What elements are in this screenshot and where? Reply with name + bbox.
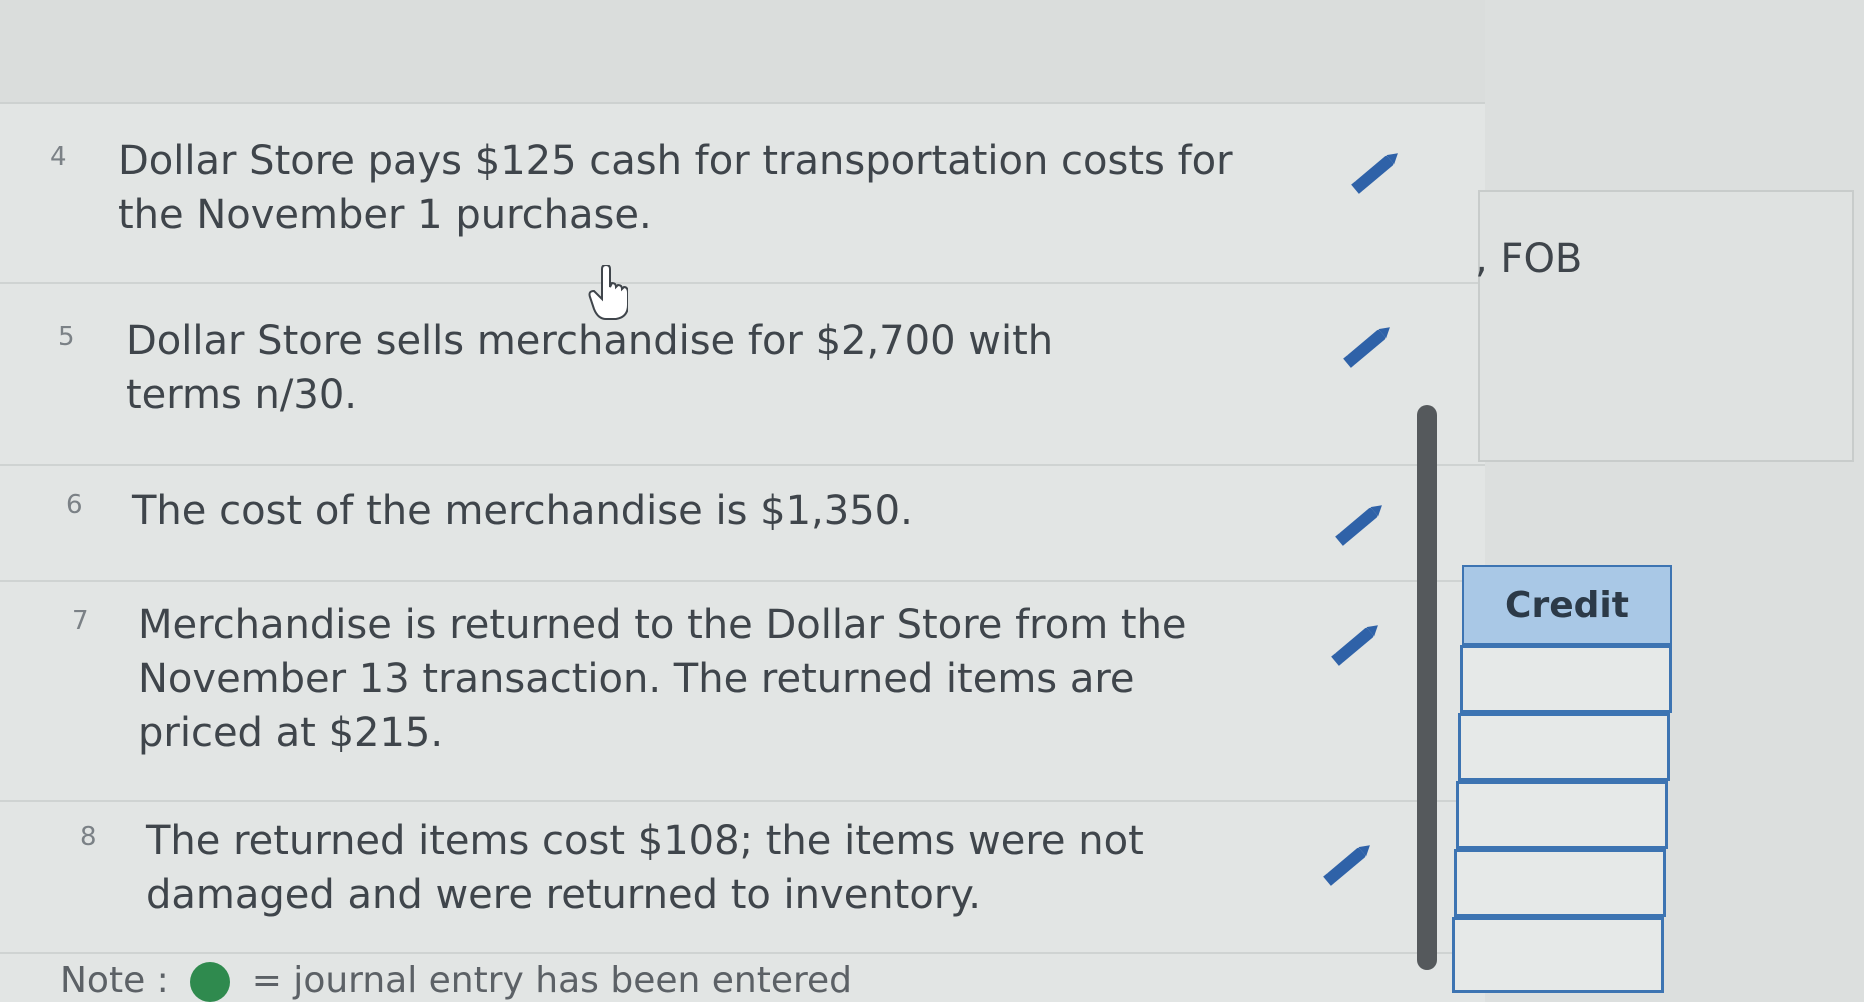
transaction-row-8[interactable]: 8 The returned items cost $108; the item… xyxy=(0,802,1485,954)
row-number: 4 xyxy=(50,142,67,172)
fob-text-box xyxy=(1478,190,1854,462)
credit-input[interactable] xyxy=(1456,781,1668,849)
transaction-text: The cost of the merchandise is $1,350. xyxy=(132,488,913,534)
note-suffix: = journal entry has been entered xyxy=(251,960,852,1001)
vertical-scrollbar[interactable] xyxy=(1417,405,1437,970)
credit-input[interactable] xyxy=(1454,849,1666,917)
panel-header-strip xyxy=(0,0,1485,104)
row-number: 8 xyxy=(80,822,97,852)
credit-input[interactable] xyxy=(1460,645,1672,713)
credit-column-header: Credit xyxy=(1462,565,1672,645)
fob-label: , FOB xyxy=(1475,236,1583,282)
pencil-icon[interactable] xyxy=(1348,140,1408,200)
transaction-text: The returned items cost $108; the items … xyxy=(146,818,1144,918)
legend-note: Note : = journal entry has been entered xyxy=(60,960,852,1002)
note-prefix: Note : xyxy=(60,960,169,1001)
row-number: 6 xyxy=(66,490,83,520)
green-circle-icon xyxy=(190,962,231,1002)
credit-input[interactable] xyxy=(1452,917,1664,993)
hand-cursor-icon xyxy=(588,263,629,321)
row-number: 7 xyxy=(72,606,89,636)
transaction-text: Dollar Store sells merchandise for $2,70… xyxy=(126,318,1054,418)
transaction-row-7[interactable]: 7 Merchandise is returned to the Dollar … xyxy=(0,582,1485,802)
row-number: 5 xyxy=(58,322,75,352)
transactions-panel: 4 Dollar Store pays $125 cash for transp… xyxy=(0,0,1487,1002)
transaction-row-4[interactable]: 4 Dollar Store pays $125 cash for transp… xyxy=(0,102,1485,284)
transaction-row-6[interactable]: 6 The cost of the merchandise is $1,350. xyxy=(0,466,1485,582)
pencil-icon[interactable] xyxy=(1332,492,1392,552)
transaction-row-5[interactable]: 5 Dollar Store sells merchandise for $2,… xyxy=(0,284,1485,466)
pencil-icon[interactable] xyxy=(1328,612,1388,672)
pencil-icon[interactable] xyxy=(1320,832,1380,892)
pencil-icon[interactable] xyxy=(1340,314,1400,374)
credit-input[interactable] xyxy=(1458,713,1670,781)
transaction-text: Dollar Store pays $125 cash for transpor… xyxy=(118,138,1233,238)
transaction-text: Merchandise is returned to the Dollar St… xyxy=(138,602,1187,756)
